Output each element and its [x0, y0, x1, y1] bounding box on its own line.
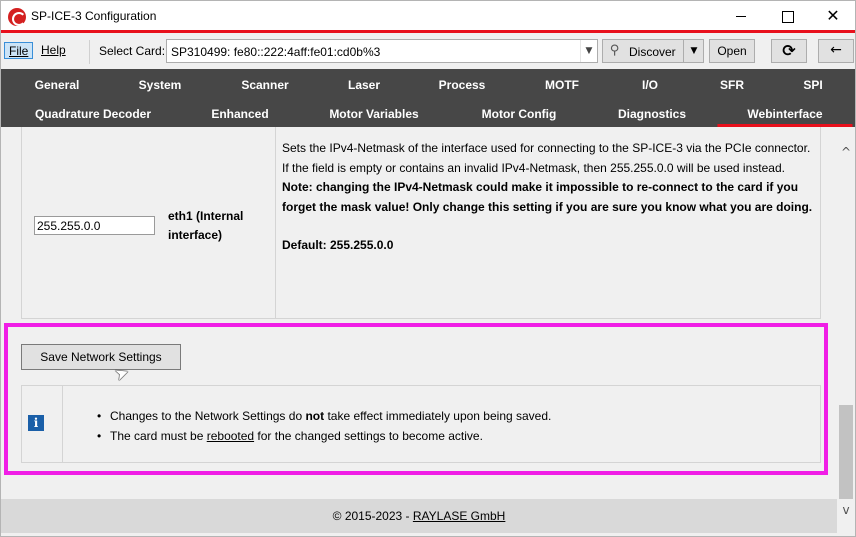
discover-dropdown-chevron-icon[interactable]: ▼: [683, 40, 704, 62]
netmask-description: Sets the IPv4-Netmask of the interface u…: [282, 139, 817, 256]
tab-system[interactable]: System: [139, 78, 182, 92]
tab-spi[interactable]: SPI: [803, 78, 822, 92]
back-arrow-icon[interactable]: ←: [818, 39, 854, 63]
select-card-label: Select Card:: [99, 44, 166, 58]
card-select-value: SP310499: fe80::222:4aff:fe01:cd0b%3: [171, 45, 381, 59]
tab-diagnostics[interactable]: Diagnostics: [618, 107, 686, 121]
scroll-down-icon[interactable]: v: [837, 501, 855, 519]
app-logo-icon: [8, 8, 26, 26]
discover-label: Discover: [629, 45, 676, 59]
raylase-link[interactable]: RAYLASE GmbH: [413, 509, 505, 523]
tab-motor-variables[interactable]: Motor Variables: [329, 107, 418, 121]
info-item-2: The card must be rebooted for the change…: [97, 426, 551, 446]
footer: © 2015-2023 - RAYLASE GmbH: [1, 499, 837, 533]
window-title: SP-ICE-3 Configuration: [31, 9, 157, 23]
info-divider: [62, 386, 63, 462]
scrollbar-thumb[interactable]: [839, 405, 853, 499]
warning-note: Note: changing the IPv4-Netmask could ma…: [282, 180, 813, 214]
rebooted-link[interactable]: rebooted: [207, 429, 254, 443]
tab-bar: General System Scanner Laser Process MOT…: [1, 69, 855, 127]
netmask-input[interactable]: [34, 216, 155, 235]
description-text-1: Sets the IPv4-Netmask of the interface u…: [282, 141, 811, 155]
info-item-1: Changes to the Network Settings do not t…: [97, 406, 551, 426]
info-item-1-pre: Changes to the Network Settings do: [110, 409, 306, 423]
card-select-dropdown[interactable]: SP310499: fe80::222:4aff:fe01:cd0b%3 ▼: [166, 39, 598, 63]
menu-file[interactable]: File: [4, 42, 34, 59]
menu-file-label: File: [9, 44, 29, 58]
tab-quadrature-decoder[interactable]: Quadrature Decoder: [35, 107, 151, 121]
tab-process[interactable]: Process: [439, 78, 486, 92]
settings-content: eth1 (Internal interface) Sets the IPv4-…: [1, 127, 837, 500]
tab-laser[interactable]: Laser: [348, 78, 380, 92]
maximize-button[interactable]: [764, 1, 810, 31]
refresh-icon[interactable]: ⟳: [771, 39, 807, 63]
search-icon: ⚲: [610, 43, 620, 58]
info-panel: i Changes to the Network Settings do not…: [21, 385, 821, 463]
app-window: SP-ICE-3 Configuration ✕ File Help Selec…: [0, 0, 856, 537]
save-network-settings-button[interactable]: Save Network Settings: [21, 344, 181, 370]
open-button[interactable]: Open: [709, 39, 755, 63]
tab-scanner[interactable]: Scanner: [241, 78, 288, 92]
description-text-2: If the field is empty or contains an inv…: [282, 160, 785, 175]
menu-help[interactable]: Help: [41, 43, 66, 57]
menu-help-label: Help: [41, 43, 66, 57]
copyright-text: © 2015-2023 -: [332, 509, 413, 523]
vertical-scrollbar[interactable]: ^ v: [837, 129, 855, 523]
column-divider: [275, 127, 276, 318]
toolbar-separator: [89, 40, 90, 64]
tab-motf[interactable]: MOTF: [545, 78, 579, 92]
interface-label: eth1 (Internal interface): [168, 209, 244, 242]
tab-io[interactable]: I/O: [642, 78, 658, 92]
default-value-text: Default: 255.255.0.0: [282, 238, 394, 252]
minimize-button[interactable]: [718, 1, 764, 31]
info-item-1-bold: not: [305, 409, 325, 423]
scroll-up-icon[interactable]: ^: [837, 143, 855, 161]
close-button[interactable]: ✕: [810, 1, 855, 31]
info-item-2-post: for the changed settings to become activ…: [254, 429, 483, 443]
discover-button[interactable]: ⚲ Discover ▼: [602, 39, 704, 63]
title-bar: SP-ICE-3 Configuration ✕: [1, 1, 855, 33]
info-icon: i: [28, 415, 44, 431]
tab-general[interactable]: General: [35, 78, 80, 92]
toolbar: File Help Select Card: SP310499: fe80::2…: [1, 36, 855, 68]
tab-sfr[interactable]: SFR: [720, 78, 744, 92]
tab-webinterface[interactable]: Webinterface: [717, 107, 853, 127]
chevron-down-icon[interactable]: ▼: [580, 40, 597, 62]
tab-enhanced[interactable]: Enhanced: [211, 107, 268, 121]
netmask-setting-row: eth1 (Internal interface) Sets the IPv4-…: [21, 127, 821, 319]
info-list: Changes to the Network Settings do not t…: [97, 406, 551, 446]
info-item-2-pre: The card must be: [110, 429, 207, 443]
info-item-1-post: take effect immediately upon being saved…: [324, 409, 552, 423]
tab-motor-config[interactable]: Motor Config: [482, 107, 557, 121]
